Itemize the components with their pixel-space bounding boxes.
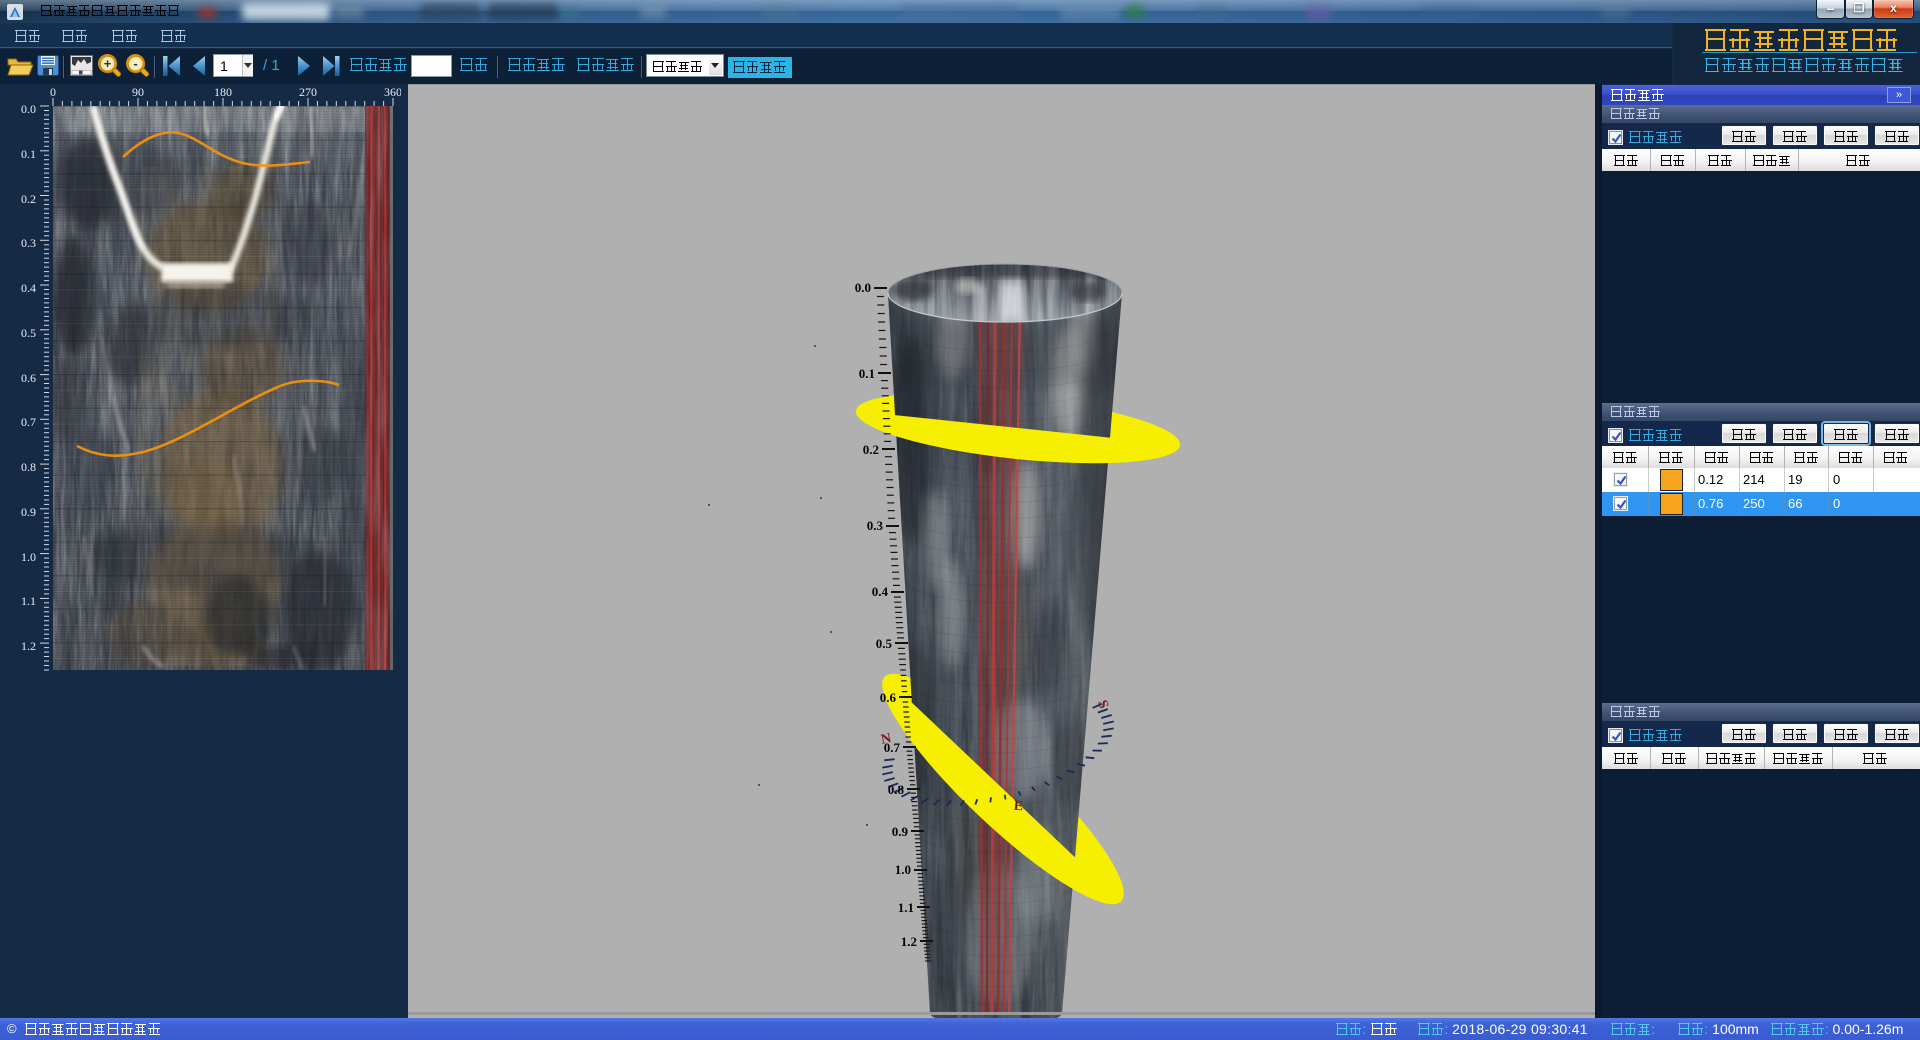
svg-text:0.8: 0.8: [21, 460, 36, 474]
svg-text:0.1: 0.1: [859, 366, 875, 381]
svg-text:0.3: 0.3: [867, 518, 884, 533]
svg-text:0.9: 0.9: [892, 824, 909, 839]
svg-text:0.2: 0.2: [21, 192, 36, 206]
svg-text:0.7: 0.7: [884, 740, 901, 755]
svg-text:0.0: 0.0: [21, 102, 36, 116]
svg-text:1.1: 1.1: [898, 900, 914, 915]
svg-text:0.4: 0.4: [21, 281, 36, 295]
svg-text:360: 360: [384, 85, 401, 99]
svg-text:0.4: 0.4: [872, 584, 889, 599]
svg-text:1.1: 1.1: [21, 594, 36, 608]
svg-text:90: 90: [132, 85, 144, 99]
svg-text:0.5: 0.5: [876, 636, 893, 651]
svg-text:S: S: [1094, 698, 1111, 711]
svg-text:+: +: [104, 56, 112, 71]
svg-text:180: 180: [214, 85, 232, 99]
svg-text:-: -: [133, 56, 137, 71]
svg-text:0.7: 0.7: [21, 415, 36, 429]
svg-text:0.1: 0.1: [21, 147, 36, 161]
svg-text:0.9: 0.9: [21, 505, 36, 519]
svg-text:E: E: [1013, 799, 1024, 815]
svg-text:0.2: 0.2: [863, 442, 879, 457]
svg-text:0.0: 0.0: [855, 280, 871, 295]
svg-text:0.6: 0.6: [880, 690, 897, 705]
svg-text:1.0: 1.0: [895, 862, 911, 877]
svg-text:0: 0: [50, 85, 56, 99]
svg-text:0.8: 0.8: [888, 782, 905, 797]
svg-text:0.6: 0.6: [21, 371, 36, 385]
svg-text:1.2: 1.2: [21, 639, 36, 653]
svg-text:1.2: 1.2: [901, 934, 917, 949]
svg-text:1.0: 1.0: [21, 550, 36, 564]
svg-text:270: 270: [299, 85, 317, 99]
svg-text:0.3: 0.3: [21, 236, 36, 250]
svg-text:0.5: 0.5: [21, 326, 36, 340]
